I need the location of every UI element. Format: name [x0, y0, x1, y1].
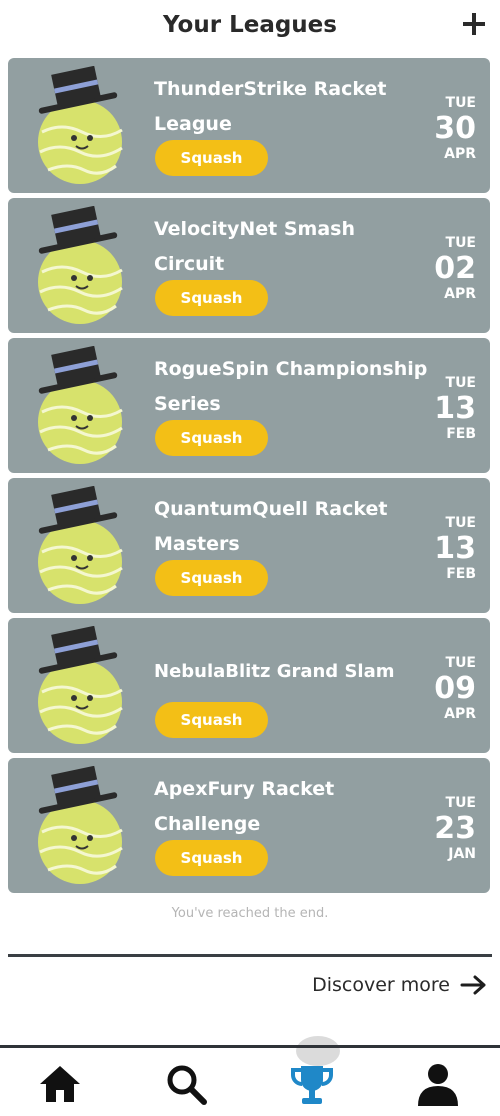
date-weekday: TUE: [445, 795, 476, 811]
sport-badge: Squash: [155, 840, 268, 876]
tennis-ball-mascot-icon: [38, 626, 123, 744]
date-month: FEB: [446, 426, 476, 442]
arrow-right-icon: [460, 975, 486, 995]
sport-badge: Squash: [155, 420, 268, 456]
date-day: 13: [434, 531, 476, 566]
date-weekday: TUE: [445, 655, 476, 671]
league-card[interactable]: RogueSpin Championship Series Squash TUE…: [8, 338, 490, 473]
league-card[interactable]: QuantumQuell Racket Masters Squash TUE 1…: [8, 478, 490, 613]
page-title: Your Leagues: [163, 12, 337, 38]
date-month: JAN: [448, 846, 476, 862]
date-day: 02: [434, 251, 476, 286]
home-icon[interactable]: [36, 1060, 84, 1108]
tennis-ball-mascot-icon: [38, 486, 123, 604]
add-icon[interactable]: [456, 6, 492, 42]
league-name: QuantumQuell Racket Masters: [154, 498, 388, 555]
date-day: 13: [434, 391, 476, 426]
league-name: RogueSpin Championship Series: [154, 358, 428, 415]
date-month: APR: [444, 146, 476, 162]
end-of-list-message: You've reached the end.: [171, 906, 329, 921]
league-date: TUE 13 FEB: [414, 514, 476, 582]
sport-badge: Squash: [155, 280, 268, 316]
discover-more-link[interactable]: Discover more: [312, 970, 488, 1000]
date-weekday: TUE: [445, 95, 476, 111]
search-icon[interactable]: [162, 1060, 210, 1108]
date-weekday: TUE: [445, 375, 476, 391]
league-card[interactable]: NebulaBlitz Grand Slam Squash TUE 09 APR: [8, 618, 490, 753]
league-name: VelocityNet Smash Circuit: [154, 218, 355, 275]
league-card[interactable]: VelocityNet Smash Circuit Squash TUE 02 …: [8, 198, 490, 333]
league-list: ThunderStrike Racket League Squash TUE 3…: [8, 58, 490, 898]
league-date: TUE 30 APR: [414, 94, 476, 162]
date-weekday: TUE: [445, 235, 476, 251]
tennis-ball-mascot-icon: [38, 766, 123, 884]
league-date: TUE 02 APR: [414, 234, 476, 302]
league-name: ApexFury Racket Challenge: [154, 778, 335, 835]
date-day: 30: [434, 111, 476, 146]
discover-more-label: Discover more: [312, 974, 450, 996]
divider: [8, 954, 492, 957]
date-day: 23: [434, 811, 476, 846]
header: Your Leagues: [0, 0, 500, 56]
sport-badge: Squash: [155, 140, 268, 176]
date-day: 09: [434, 671, 476, 706]
bottom-nav: [0, 1048, 500, 1116]
tennis-ball-mascot-icon: [38, 206, 123, 324]
profile-icon[interactable]: [414, 1060, 462, 1108]
league-date: TUE 09 APR: [414, 654, 476, 722]
trophy-icon[interactable]: [288, 1060, 336, 1108]
sport-badge: Squash: [155, 702, 268, 738]
date-month: APR: [444, 286, 476, 302]
league-date: TUE 23 JAN: [414, 794, 476, 862]
league-date: TUE 13 FEB: [414, 374, 476, 442]
league-card[interactable]: ThunderStrike Racket League Squash TUE 3…: [8, 58, 490, 193]
tennis-ball-mascot-icon: [38, 346, 123, 464]
sport-badge: Squash: [155, 560, 268, 596]
date-weekday: TUE: [445, 515, 476, 531]
date-month: APR: [444, 706, 476, 722]
league-name: ThunderStrike Racket League: [154, 78, 387, 135]
league-card[interactable]: ApexFury Racket Challenge Squash TUE 23 …: [8, 758, 490, 893]
tennis-ball-mascot-icon: [38, 66, 123, 184]
date-month: FEB: [446, 566, 476, 582]
league-name: NebulaBlitz Grand Slam: [154, 661, 395, 682]
